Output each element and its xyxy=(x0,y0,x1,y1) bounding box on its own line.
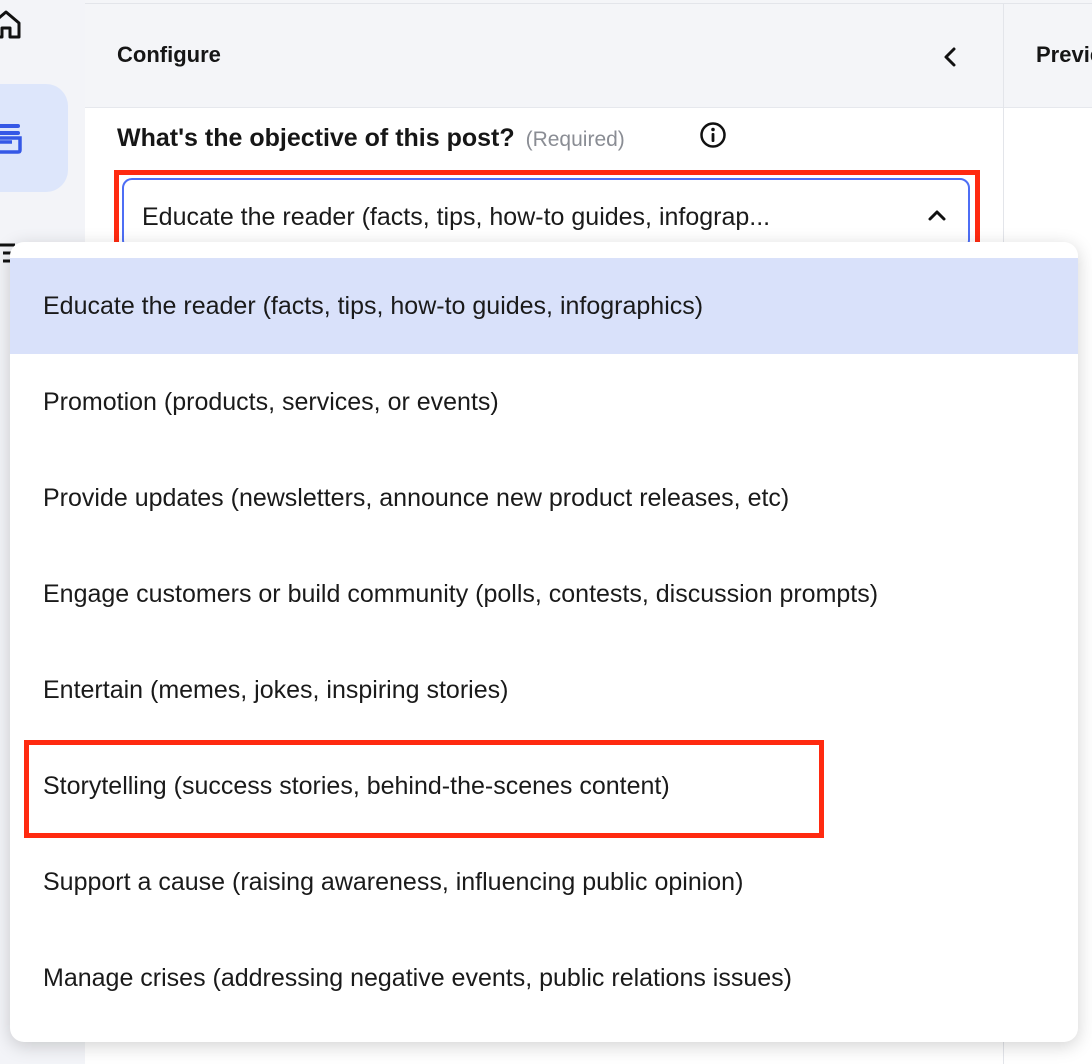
objective-dropdown-menu: Educate the reader (facts, tips, how-to … xyxy=(10,242,1078,1042)
inbox-icon[interactable] xyxy=(0,118,26,158)
preview-header: Preview xyxy=(1004,4,1092,108)
preview-title: Preview xyxy=(1036,42,1092,67)
panel-title: Configure xyxy=(117,42,221,67)
dropdown-option-entertain[interactable]: Entertain (memes, jokes, inspiring stori… xyxy=(10,642,1078,738)
objective-select[interactable]: Educate the reader (facts, tips, how-to … xyxy=(122,178,970,250)
home-icon[interactable] xyxy=(0,4,26,44)
objective-label-text: What's the objective of this post? xyxy=(117,124,515,152)
dropdown-option-support-cause[interactable]: Support a cause (raising awareness, infl… xyxy=(10,834,1078,930)
collapse-panel-button[interactable] xyxy=(935,42,965,72)
dropdown-option-educate[interactable]: Educate the reader (facts, tips, how-to … xyxy=(10,258,1078,354)
chevron-up-icon xyxy=(928,210,946,221)
required-indicator: (Required) xyxy=(525,128,625,151)
dropdown-option-updates[interactable]: Provide updates (newsletters, announce n… xyxy=(10,450,1078,546)
objective-field-label: What's the objective of this post? (Requ… xyxy=(117,124,625,153)
dropdown-option-storytelling[interactable]: Storytelling (success stories, behind-th… xyxy=(10,738,1078,834)
select-value: Educate the reader (facts, tips, how-to … xyxy=(142,203,771,231)
panel-header: Configure xyxy=(85,4,1003,108)
info-icon[interactable] xyxy=(699,121,727,149)
dropdown-option-engage[interactable]: Engage customers or build community (pol… xyxy=(10,546,1078,642)
dropdown-option-promotion[interactable]: Promotion (products, services, or events… xyxy=(10,354,1078,450)
chevron-left-icon xyxy=(944,47,956,67)
dropdown-option-manage-crises[interactable]: Manage crises (addressing negative event… xyxy=(10,930,1078,1026)
